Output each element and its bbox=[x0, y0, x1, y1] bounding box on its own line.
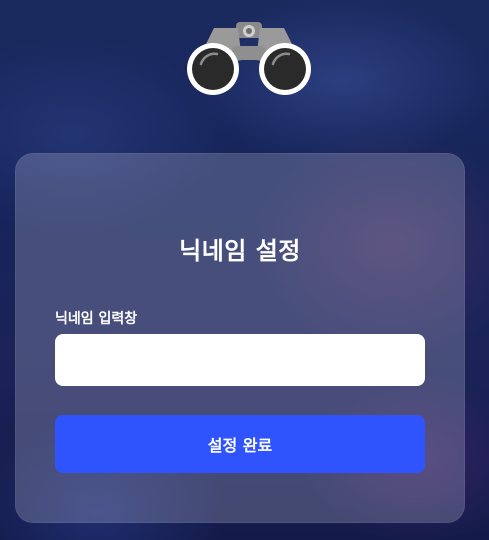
submit-button[interactable]: 설정 완료 bbox=[55, 415, 425, 473]
page-title: 닉네임 설정 bbox=[179, 237, 301, 265]
nickname-card: 닉네임 설정 닉네임 입력창 설정 완료 bbox=[15, 153, 465, 523]
nickname-input[interactable] bbox=[55, 334, 425, 386]
nickname-field-label: 닉네임 입력창 bbox=[55, 311, 138, 327]
binoculars-icon bbox=[184, 20, 314, 98]
